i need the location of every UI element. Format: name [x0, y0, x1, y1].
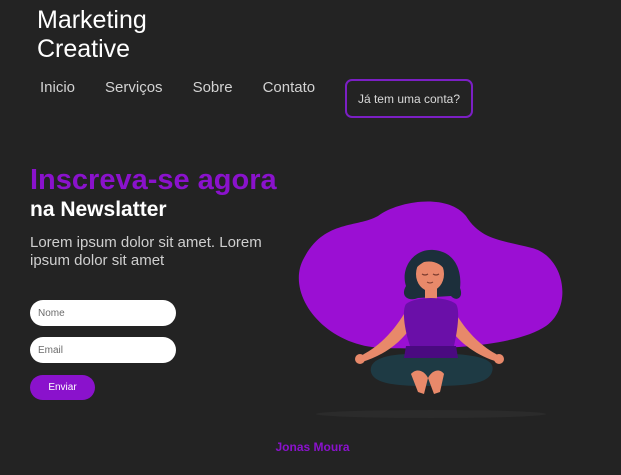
nav-item-inicio[interactable]: Inicio [40, 79, 75, 96]
main-nav: Inicio Serviços Sobre Contato [40, 79, 345, 96]
hero-description: Lorem ipsum dolor sit amet. Lorem ipsum … [30, 234, 262, 269]
nav-item-sobre[interactable]: Sobre [193, 79, 233, 96]
email-input[interactable] [30, 337, 176, 363]
brand-logo: Marketing Creative [37, 6, 197, 64]
login-button[interactable]: Já tem uma conta? [345, 79, 473, 118]
hero-headline: Inscreva-se agora [30, 164, 277, 196]
name-input[interactable] [30, 300, 176, 326]
footer-author: Jonas Moura [275, 440, 350, 454]
brand-line-1: Marketing [37, 6, 147, 34]
nav-item-contato[interactable]: Contato [263, 79, 316, 96]
meditating-woman-icon [298, 201, 563, 418]
brand-line-2: Creative [37, 35, 131, 63]
hero-subheadline: na Newslatter [30, 198, 167, 221]
nav-item-servicos[interactable]: Serviços [105, 79, 163, 96]
submit-button[interactable]: Enviar [30, 375, 95, 400]
